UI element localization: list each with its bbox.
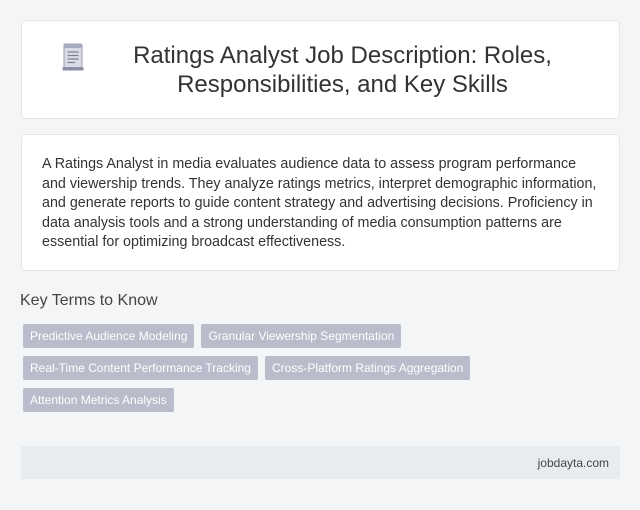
key-terms-heading: Key Terms to Know	[20, 292, 158, 309]
key-terms-list: Predictive Audience Modeling Granular Vi…	[23, 324, 603, 412]
description-card: A Ratings Analyst in media evaluates aud…	[21, 134, 620, 271]
document-icon	[62, 43, 84, 70]
title-card: Ratings Analyst Job Description: Roles, …	[21, 20, 620, 119]
key-term-tag[interactable]: Predictive Audience Modeling	[23, 324, 195, 348]
footer: jobdayta.com	[21, 446, 620, 479]
key-term-tag[interactable]: Cross-Platform Ratings Aggregation	[264, 356, 471, 380]
footer-site-link[interactable]: jobdayta.com	[538, 456, 609, 470]
key-term-tag[interactable]: Attention Metrics Analysis	[23, 388, 174, 412]
key-term-tag[interactable]: Granular Viewership Segmentation	[201, 324, 402, 348]
description-text: A Ratings Analyst in media evaluates aud…	[42, 156, 597, 250]
page-title: Ratings Analyst Job Description: Roles, …	[133, 41, 552, 98]
page: Ratings Analyst Job Description: Roles, …	[0, 0, 640, 510]
title-row: Ratings Analyst Job Description: Roles, …	[22, 41, 619, 99]
key-term-tag[interactable]: Real-Time Content Performance Tracking	[23, 356, 258, 380]
